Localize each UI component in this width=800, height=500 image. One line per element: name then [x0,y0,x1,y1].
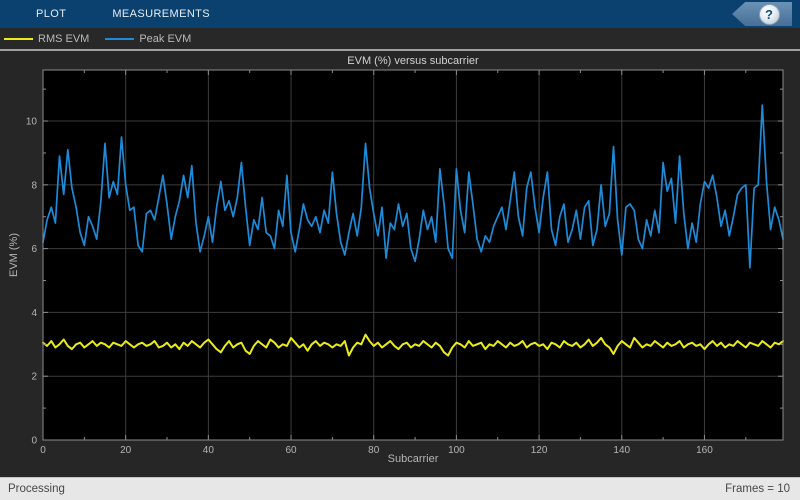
frames-counter: Frames = 10 [725,483,790,495]
svg-text:10: 10 [26,117,38,128]
svg-text:2: 2 [31,372,37,383]
legend-label-peak-evm: Peak EVM [139,32,192,45]
help-button[interactable]: ? [732,2,792,26]
status-message: Processing [8,483,65,495]
status-bar: Processing Frames = 10 [0,477,800,500]
help-question-icon: ? [758,3,780,25]
legend-item-peak-evm: Peak EVM [105,33,191,45]
toolstrip: PLOT MEASUREMENTS ? [0,0,800,28]
tab-plot[interactable]: PLOT [26,0,76,28]
tab-measurements[interactable]: MEASUREMENTS [102,0,220,28]
plot-region: 0 20 40 60 80 100 120 140 160 0 2 4 6 8 10 EVM (%) ver… [0,51,800,477]
legend-bar: RMS EVM Peak EVM [0,28,800,51]
y-axis-label: EVM (%) [8,233,20,277]
svg-text:8: 8 [31,180,37,191]
svg-text:4: 4 [31,308,37,319]
svg-text:0: 0 [31,436,37,447]
plot-title: EVM (%) versus subcarrier [347,55,479,67]
svg-text:6: 6 [31,244,37,255]
legend-label-rms-evm: RMS EVM [38,32,90,45]
peak-evm-line-swatch [105,37,135,40]
plot-canvas[interactable]: 0 20 40 60 80 100 120 140 1600246810 [0,51,800,477]
x-axis-label: Subcarrier [387,453,439,465]
rms-evm-line-swatch [4,37,33,40]
legend-item-rms-evm: RMS EVM [4,33,89,45]
